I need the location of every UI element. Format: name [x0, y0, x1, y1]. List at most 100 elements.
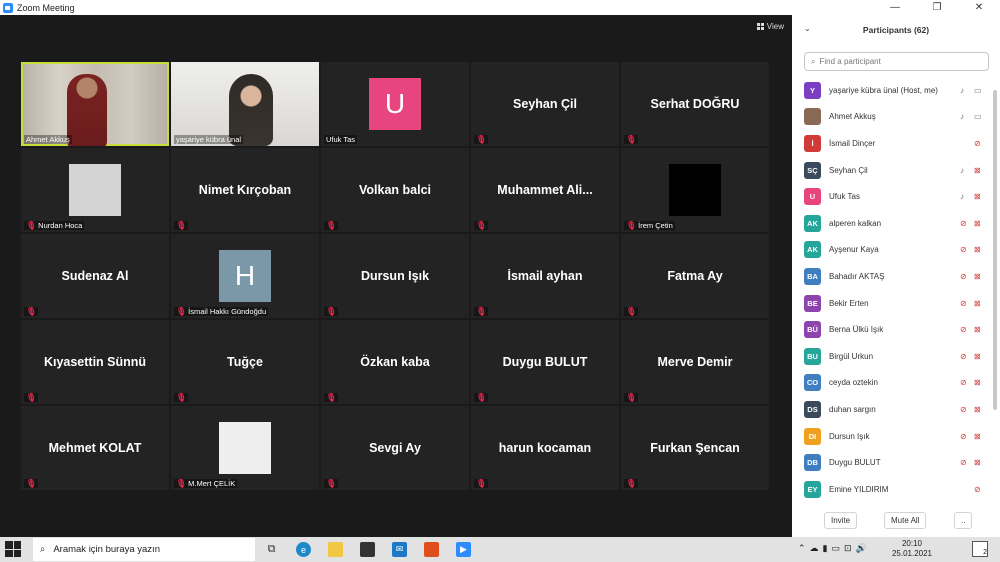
video-tile[interactable]: harun kocaman 🎙 — [471, 406, 619, 490]
muted-mic-icon[interactable]: ⊘ — [960, 299, 967, 308]
participant-row[interactable]: SÇ Seyhan Çil ♪ ⊠ — [792, 157, 992, 184]
office-icon[interactable] — [424, 542, 439, 557]
muted-mic-icon[interactable]: ⊘ — [960, 272, 967, 281]
muted-mic-icon[interactable]: ⊘ — [960, 378, 967, 387]
close-button[interactable]: ✕ — [958, 0, 1000, 15]
camera-off-icon[interactable]: ⊠ — [974, 299, 981, 308]
camera-icon[interactable]: ▭ — [974, 86, 982, 95]
muted-mic-icon[interactable]: ⊘ — [960, 405, 967, 414]
taskbar-clock[interactable]: 20:10 25.01.2021 — [886, 539, 938, 559]
scrollbar[interactable] — [993, 90, 997, 410]
muted-mic-icon[interactable]: ⊘ — [960, 245, 967, 254]
camera-off-icon[interactable]: ⊠ — [974, 325, 981, 334]
participant-row[interactable]: DB Duygu BULUT ⊘ ⊠ — [792, 449, 992, 476]
task-view-icon[interactable]: ⧉ — [264, 542, 279, 557]
zoom-taskbar-icon[interactable]: ▶ — [456, 542, 471, 557]
video-tile[interactable]: Merve Demir 🎙 — [621, 320, 769, 404]
participant-avatar: H — [219, 250, 271, 302]
video-tile[interactable]: İsmail ayhan 🎙 — [471, 234, 619, 318]
participant-row[interactable]: BÜ Berna Ülkü Işık ⊘ ⊠ — [792, 316, 992, 343]
video-tile[interactable]: Fatma Ay 🎙 — [621, 234, 769, 318]
minimize-button[interactable]: — — [874, 0, 916, 15]
video-tile[interactable]: Seyhan Çil 🎙 — [471, 62, 619, 146]
mic-icon[interactable]: ♪ — [960, 86, 964, 95]
video-tile[interactable]: Ahmet Akkuş — [21, 62, 169, 146]
camera-off-icon[interactable]: ⊠ — [974, 219, 981, 228]
title-bar: Zoom Meeting — ❐ ✕ — [0, 0, 1000, 15]
participant-row[interactable]: İ İsmail Dinçer ⊘ — [792, 130, 992, 157]
video-tile[interactable]: Furkan Şencan 🎙 — [621, 406, 769, 490]
participant-row[interactable]: U Ufuk Tas ♪ ⊠ — [792, 183, 992, 210]
taskbar-search-box[interactable]: ⌕ Aramak için buraya yazın — [33, 538, 255, 561]
invite-button[interactable]: Invite — [824, 511, 858, 529]
maximize-button[interactable]: ❐ — [916, 0, 958, 15]
camera-off-icon[interactable]: ⊠ — [974, 166, 981, 175]
view-button[interactable]: View — [756, 22, 784, 31]
store-icon[interactable] — [360, 542, 375, 557]
muted-mic-icon[interactable]: ⊘ — [974, 485, 981, 494]
mute-all-button[interactable]: Mute All — [884, 511, 927, 529]
video-tile[interactable]: Dursun Işık 🎙 — [321, 234, 469, 318]
edge-browser-icon[interactable]: e — [296, 542, 311, 557]
video-tile[interactable]: Sudenaz Al 🎙 — [21, 234, 169, 318]
participant-row[interactable]: BA Bahadır AKTAŞ ⊘ ⊠ — [792, 263, 992, 290]
start-button[interactable] — [5, 541, 21, 557]
camera-off-icon[interactable]: ⊠ — [974, 458, 981, 467]
video-tile[interactable]: H 🎙 İsmail Hakkı Gündoğdu — [171, 234, 319, 318]
video-tile[interactable]: Sevgi Ay 🎙 — [321, 406, 469, 490]
muted-mic-icon[interactable]: ⊘ — [960, 432, 967, 441]
camera-off-icon[interactable]: ⊠ — [974, 378, 981, 387]
participant-row[interactable]: DS duhan sargın ⊘ ⊠ — [792, 396, 992, 423]
muted-mic-icon[interactable]: ⊘ — [960, 458, 967, 467]
camera-off-icon[interactable]: ⊠ — [974, 192, 981, 201]
participant-row[interactable]: AK Ayşenur Kaya ⊘ ⊠ — [792, 237, 992, 264]
mic-icon[interactable]: ♪ — [960, 192, 964, 201]
taskbar-search-placeholder: Aramak için buraya yazın — [53, 544, 160, 555]
camera-off-icon[interactable]: ⊠ — [974, 245, 981, 254]
video-tile[interactable]: 🎙 Nurdan Hoca — [21, 148, 169, 232]
mic-icon[interactable]: ♪ — [960, 166, 964, 175]
video-tile[interactable]: Tuğçe 🎙 — [171, 320, 319, 404]
muted-mic-icon[interactable]: ⊘ — [960, 219, 967, 228]
camera-off-icon[interactable]: ⊠ — [974, 432, 981, 441]
muted-mic-icon[interactable]: ⊘ — [974, 139, 981, 148]
camera-icon[interactable]: ▭ — [974, 112, 982, 121]
camera-off-icon[interactable]: ⊠ — [974, 352, 981, 361]
participant-name: Özkan kaba — [360, 355, 430, 369]
participant-row[interactable]: Yyaşariye kübra ünal (Host, me) ♪ ▭ — [792, 77, 992, 104]
mail-icon[interactable]: ✉ — [392, 542, 407, 557]
participant-row[interactable]: DI Dursun Işık ⊘ ⊠ — [792, 423, 992, 450]
notification-center-icon[interactable]: 2 — [972, 541, 988, 557]
participant-row[interactable]: Ahmet Akkuş ♪ ▭ — [792, 104, 992, 131]
participant-row[interactable]: AK alperen kalkan ⊘ ⊠ — [792, 210, 992, 237]
video-tile[interactable]: Nimet Kırçoban 🎙 — [171, 148, 319, 232]
participant-avatar: DI — [804, 427, 821, 445]
camera-off-icon[interactable]: ⊠ — [974, 405, 981, 414]
search-icon: ⌕ — [811, 56, 816, 66]
tile-label: 🎙 — [174, 221, 189, 230]
muted-mic-icon[interactable]: ⊘ — [960, 325, 967, 334]
video-tile[interactable]: Duygu BULUT 🎙 — [471, 320, 619, 404]
mic-icon[interactable]: ♪ — [960, 112, 964, 121]
participant-row[interactable]: CO ceyda oztekin ⊘ ⊠ — [792, 370, 992, 397]
video-tile[interactable]: Muhammet Ali... 🎙 — [471, 148, 619, 232]
more-button[interactable]: .. — [954, 511, 973, 529]
muted-mic-icon[interactable]: ⊘ — [960, 352, 967, 361]
system-tray-icons[interactable]: ⌃☁▮▭⊡🔊 — [798, 543, 871, 554]
video-tile[interactable]: Özkan kaba 🎙 — [321, 320, 469, 404]
video-tile[interactable]: Mehmet KOLAT 🎙 — [21, 406, 169, 490]
video-tile[interactable]: 🎙 M.Mert ÇELİK — [171, 406, 319, 490]
file-explorer-icon[interactable] — [328, 542, 343, 557]
video-tile[interactable]: U Ufuk Tas — [321, 62, 469, 146]
video-tile[interactable]: Kıyasettin Sünnü 🎙 — [21, 320, 169, 404]
video-tile[interactable]: Volkan balci 🎙 — [321, 148, 469, 232]
participant-row[interactable]: BU Birgül Urkun ⊘ ⊠ — [792, 343, 992, 370]
participant-search-input[interactable]: ⌕ Find a participant — [804, 52, 989, 71]
video-tile[interactable]: 🎙 İrem Çetin — [621, 148, 769, 232]
tile-label: 🎙 — [24, 307, 39, 316]
participant-row[interactable]: BE Bekir Erten ⊘ ⊠ — [792, 290, 992, 317]
video-tile[interactable]: yaşariye kübra ünal — [171, 62, 319, 146]
camera-off-icon[interactable]: ⊠ — [974, 272, 981, 281]
participant-row[interactable]: EY Emine YILDIRIM ⊘ — [792, 476, 992, 500]
video-tile[interactable]: Serhat DOĞRU 🎙 — [621, 62, 769, 146]
